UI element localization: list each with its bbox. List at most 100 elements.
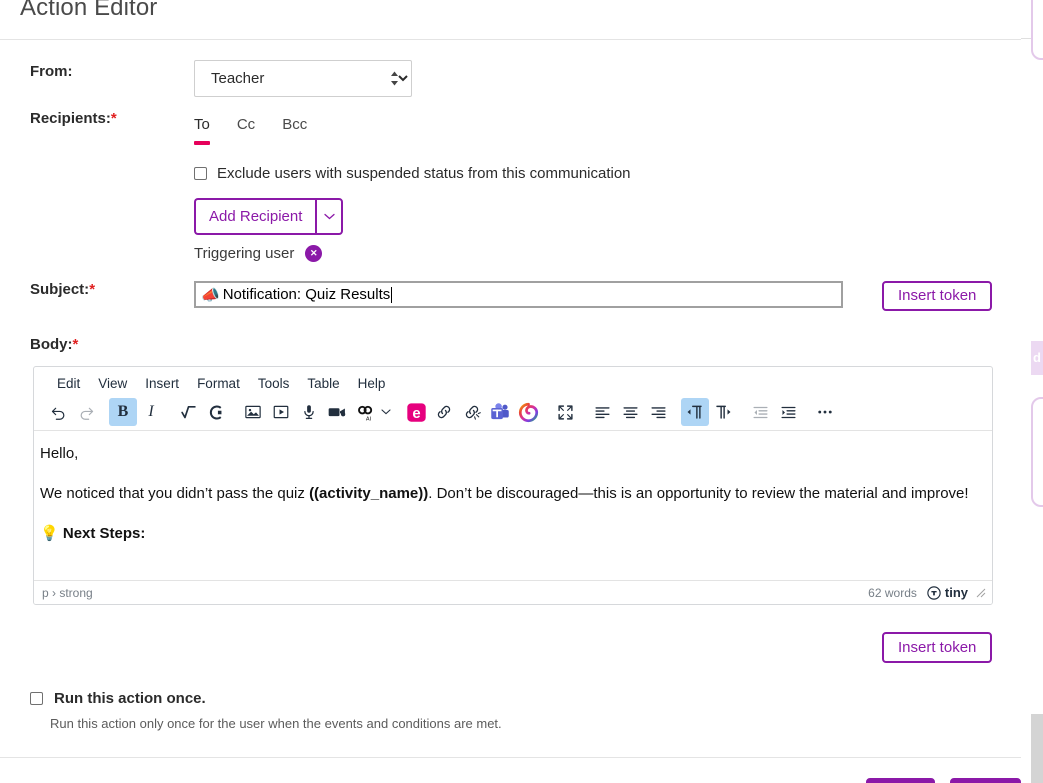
editor-toolbar: B I AI e (34, 396, 992, 431)
microsoft-teams-icon[interactable] (486, 398, 514, 426)
editor-statusbar: p › strong 62 words tiny (34, 580, 992, 604)
from-label-text: From: (30, 63, 73, 80)
more-options-icon[interactable] (811, 398, 839, 426)
ai-tools-icon[interactable]: AI (351, 398, 379, 426)
undo-icon[interactable] (44, 398, 72, 426)
edpuzzle-icon[interactable]: e (402, 398, 430, 426)
subject-label-text: Subject: (30, 281, 90, 298)
bold-icon[interactable]: B (109, 398, 137, 426)
link-icon[interactable] (430, 398, 458, 426)
microphone-icon[interactable] (295, 398, 323, 426)
tab-bcc[interactable]: Bcc (282, 112, 307, 145)
background-page: d a (1020, 0, 1043, 783)
run-once-checkbox[interactable] (30, 692, 43, 705)
recipient-tabs: To Cc Bcc (194, 112, 334, 145)
menu-tools[interactable]: Tools (249, 374, 299, 393)
tinymce-logo-icon (927, 585, 941, 600)
from-label: From: (30, 63, 73, 80)
spiral-brand-icon[interactable] (514, 398, 542, 426)
lightbulb-emoji-icon: 💡 (40, 524, 59, 542)
tab-to[interactable]: To (194, 112, 210, 145)
subject-required-asterisk: * (89, 281, 96, 298)
resize-handle-icon[interactable] (976, 588, 986, 598)
align-center-icon[interactable] (616, 398, 644, 426)
editor-word-count: 62 words (868, 585, 917, 600)
editor-paragraph-body: We noticed that you didn’t pass the quiz… (40, 483, 984, 505)
accessibility-check-icon[interactable] (202, 398, 230, 426)
editor-menubar: Edit View Insert Format Tools Table Help (34, 367, 992, 396)
tinymce-brand[interactable]: tiny (927, 585, 968, 600)
indent-icon[interactable] (774, 398, 802, 426)
menu-edit[interactable]: Edit (48, 374, 89, 393)
insert-token-button-body[interactable]: Insert token (882, 632, 993, 663)
subject-label: Subject:* (30, 281, 95, 298)
run-once-help-text: Run this action only once for the user w… (50, 716, 502, 731)
ltr-direction-icon[interactable] (681, 398, 709, 426)
outdent-icon[interactable] (746, 398, 774, 426)
redo-icon[interactable] (72, 398, 100, 426)
background-band-text: d a (1033, 350, 1043, 365)
tab-cc[interactable]: Cc (237, 112, 255, 145)
add-recipient-button[interactable]: Add Recipient (194, 198, 316, 235)
fullscreen-icon[interactable] (551, 398, 579, 426)
menu-help[interactable]: Help (349, 374, 395, 393)
body-label: Body:* (30, 336, 78, 353)
run-once-label: Run this action once. (54, 690, 206, 707)
video-camera-icon[interactable] (323, 398, 351, 426)
insert-token-button-subject[interactable]: Insert token (882, 281, 993, 311)
subject-input[interactable]: 📣 Notification: Quiz Results (194, 281, 843, 308)
media-embed-icon[interactable] (267, 398, 295, 426)
image-icon[interactable] (239, 398, 267, 426)
recipient-chip: Triggering user ✕ (194, 245, 323, 262)
unlink-icon[interactable] (458, 398, 486, 426)
menu-insert[interactable]: Insert (136, 374, 188, 393)
body-label-text: Body: (30, 336, 73, 353)
italic-icon[interactable]: I (137, 398, 165, 426)
add-recipient-dropdown-toggle[interactable] (315, 198, 344, 235)
math-equation-icon[interactable] (174, 398, 202, 426)
text-cursor (391, 286, 393, 303)
from-select[interactable]: Teacher (194, 60, 412, 97)
add-recipient-split-button: Add Recipient (194, 198, 344, 235)
footer-secondary-button[interactable] (866, 778, 935, 783)
align-right-icon[interactable] (644, 398, 672, 426)
editor-next-steps-heading: Next Steps: (62, 524, 146, 542)
footer-divider (0, 757, 1021, 758)
svg-text:AI: AI (365, 416, 371, 422)
background-card-middle (1031, 397, 1043, 507)
recipients-required-asterisk: * (110, 110, 117, 127)
menu-view[interactable]: View (89, 374, 136, 393)
rich-text-editor: Edit View Insert Format Tools Table Help (33, 366, 993, 605)
exclude-suspended-checkbox[interactable] (194, 167, 207, 180)
footer-primary-button[interactable] (950, 778, 1021, 783)
header-divider (0, 39, 1021, 40)
from-select-wrapper[interactable]: Teacher (194, 60, 412, 97)
editor-paragraph-greeting: Hello, (40, 445, 79, 462)
background-scrollbar[interactable] (1031, 714, 1043, 783)
recipients-label: Recipients:* (30, 110, 117, 127)
editor-body-token: ((activity_name)) (309, 484, 429, 502)
remove-recipient-icon[interactable]: ✕ (305, 245, 323, 262)
editor-content-area[interactable]: Hello, We noticed that you didn’t pass t… (34, 431, 992, 591)
ai-tools-chevron-icon[interactable] (379, 398, 393, 426)
page-title: Action Editor (20, 0, 158, 21)
rtl-direction-icon[interactable] (709, 398, 737, 426)
editor-body-prefix: We noticed that you didn’t pass the quiz (40, 484, 310, 502)
subject-emoji: 📣 (201, 286, 220, 304)
subject-text: Notification: Quiz Results (222, 286, 391, 303)
action-editor-modal: Action Editor From: Teacher Recipients:*… (0, 0, 1021, 783)
menu-table[interactable]: Table (298, 374, 348, 393)
background-card-top (1031, 0, 1043, 60)
menu-format[interactable]: Format (188, 374, 249, 393)
editor-body-suffix: . Don’t be discouraged—this is an opport… (428, 484, 969, 502)
chevron-down-icon (324, 213, 335, 220)
exclude-suspended-row[interactable]: Exclude users with suspended status from… (194, 165, 631, 182)
editor-element-path[interactable]: p › strong (42, 586, 93, 600)
body-required-asterisk: * (72, 336, 79, 353)
screen: d a Action Editor From: Teacher Recipien… (0, 0, 1043, 783)
editor-paragraph-next-steps: 💡 Next Steps: (40, 523, 984, 545)
recipient-chip-label: Triggering user (194, 245, 295, 262)
align-left-icon[interactable] (588, 398, 616, 426)
svg-text:e: e (412, 405, 420, 421)
run-once-row[interactable]: Run this action once. (30, 690, 206, 707)
